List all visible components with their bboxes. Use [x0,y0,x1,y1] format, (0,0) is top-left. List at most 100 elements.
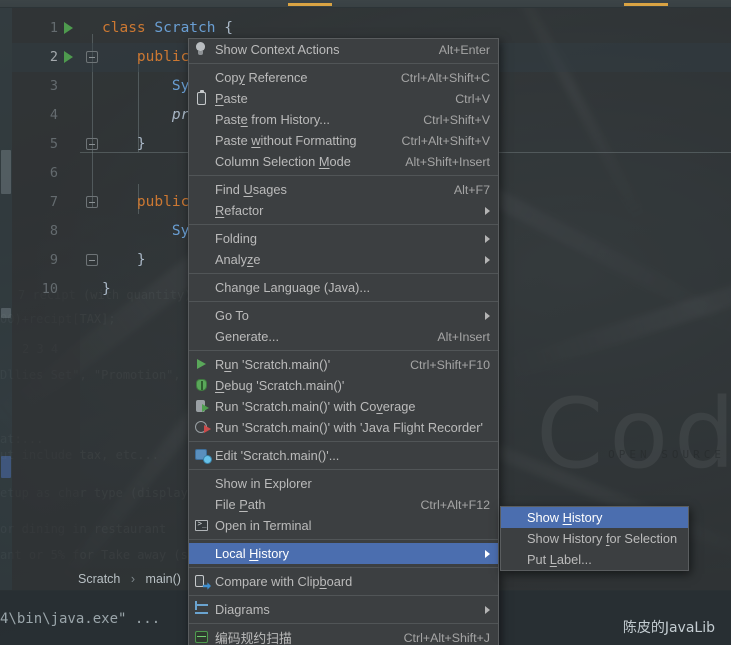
marker-thumb-low [1,456,11,478]
menu-item-icon-slot [501,507,527,528]
editor-context-menu[interactable]: Show Context Actions Alt+Enter Copy Refere… [188,38,499,645]
fold-toggle-icon[interactable] [86,138,98,150]
menu-item-icon-slot [189,494,215,515]
menu-item-label: Refactor [215,203,264,218]
menu-item-label: File Path [215,497,266,512]
menu-item-open-in-terminal[interactable]: Open in Terminal [189,515,498,536]
menu-item-generate[interactable]: Generate... Alt+Insert [189,326,498,347]
menu-item-run-scratch-main[interactable]: Run 'Scratch.main()' Ctrl+Shift+F10 [189,354,498,375]
menu-item-column-selection-mode[interactable]: Column Selection Mode Alt+Shift+Insert [189,151,498,172]
marker-thumb-mid [1,308,11,318]
breadcrumb-class[interactable]: Scratch [78,572,120,586]
code-token: Sys [102,223,199,239]
menu-item-icon-slot [189,473,215,494]
menu-item-label: Paste from History... [215,112,330,127]
fold-toggle-icon[interactable] [86,51,98,63]
menu-separator [189,623,498,624]
menu-item-icon-slot [189,249,215,270]
menu-item-shortcut: Alt+Insert [437,329,490,344]
menu-item-paste-from-history[interactable]: Paste from History... Ctrl+Shift+V [189,109,498,130]
menu-item-edit-scratch-main[interactable]: Edit 'Scratch.main()'... [189,445,498,466]
menu-item-copy-reference[interactable]: Copy Reference Ctrl+Alt+Shift+C [189,67,498,88]
menu-item-icon-slot [189,228,215,249]
menu-item-icon-slot [189,277,215,298]
menu-item-show-in-explorer[interactable]: Show in Explorer [189,473,498,494]
menu-item-find-usages[interactable]: Find Usages Alt+F7 [189,179,498,200]
menu-item-shortcut: Ctrl+Alt+Shift+J [403,630,490,645]
menu-separator [189,350,498,351]
menu-item-label: Run 'Scratch.main()' with 'Java Flight R… [215,420,483,435]
fold-toggle-icon[interactable] [86,196,98,208]
fold-toggle-icon[interactable] [86,254,98,266]
menu-item-icon-slot [501,549,527,570]
menu-item-paste[interactable]: Paste Ctrl+V [189,88,498,109]
menu-item-icon-slot [189,200,215,221]
console-output-line: 4\bin\java.exe" ... [0,611,161,627]
code-text: } [102,275,111,304]
menu-separator [189,567,498,568]
menu-item-label: Analyze [215,252,261,267]
local-history-submenu[interactable]: Show History Show History for Selection Pu… [500,506,689,571]
menu-item-icon-slot [189,305,215,326]
code-text: } [102,246,146,275]
editor-tab-strip[interactable] [0,0,731,7]
menu-item-paste-without-formatting[interactable]: Paste without Formatting Ctrl+Alt+Shift+V [189,130,498,151]
menu-item-label: Put Label... [527,552,592,567]
menu-item-show-context-actions[interactable]: Show Context Actions Alt+Enter [189,39,498,60]
menu-item-folding[interactable]: Folding [189,228,498,249]
line-number: 5 [49,136,58,152]
menu-item-local-history[interactable]: Local History [189,543,498,564]
menu-item-icon-slot [189,326,215,347]
menu-item-change-language[interactable]: Change Language (Java)... [189,277,498,298]
code-token: class [102,20,155,36]
bulb-icon [189,39,215,60]
menu-item-file-path[interactable]: File Path Ctrl+Alt+F12 [189,494,498,515]
breadcrumb-method[interactable]: main() [146,572,181,586]
menu-separator [189,63,498,64]
menu-item-icon-slot [189,151,215,172]
run-gutter-icon[interactable] [64,22,73,34]
menu-item-show-history[interactable]: Show History [501,507,688,528]
menu-item-label: Run 'Scratch.main()' [215,357,331,372]
menu-item-label: Compare with Clipboard [215,574,353,589]
menu-item-refactor[interactable]: Refactor [189,200,498,221]
breadcrumb-separator-icon: › [130,572,136,586]
submenu-chevron-icon [485,255,490,264]
line-number: 8 [49,223,58,239]
menu-item-run-with-coverage[interactable]: Run 'Scratch.main()' with Coverage [189,396,498,417]
menu-item-analyze[interactable]: Analyze [189,249,498,270]
menu-item-label: Show in Explorer [215,476,312,491]
menu-separator [189,441,498,442]
menu-item-label: Find Usages [215,182,287,197]
menu-item-label: Paste without Formatting [215,133,357,148]
menu-separator [189,469,498,470]
menu-item-go-to[interactable]: Go To [189,305,498,326]
menu-item-icon-slot [189,130,215,151]
menu-item-shortcut: Alt+Shift+Insert [405,154,490,169]
menu-item-label: Go To [215,308,249,323]
menu-item-code-spec-scan[interactable]: 编码规约扫描 Ctrl+Alt+Shift+J [189,627,498,645]
menu-item-put-label[interactable]: Put Label... [501,549,688,570]
menu-item-shortcut: Ctrl+Shift+F10 [410,357,490,372]
compare-clipboard-icon [189,571,215,592]
menu-item-show-history-for-selection[interactable]: Show History for Selection [501,528,688,549]
menu-item-label: Show History for Selection [527,531,678,546]
menu-item-label: Edit 'Scratch.main()'... [215,448,340,463]
run-gutter-icon[interactable] [64,51,73,63]
menu-item-run-with-jfr[interactable]: Run 'Scratch.main()' with 'Java Flight R… [189,417,498,438]
edit-config-icon [189,445,215,466]
menu-item-shortcut: Ctrl+V [455,91,490,106]
menu-item-debug-scratch-main[interactable]: Debug 'Scratch.main()' [189,375,498,396]
menu-item-compare-with-clipboard[interactable]: Compare with Clipboard [189,571,498,592]
menu-item-shortcut: Alt+F7 [453,182,490,197]
coverage-icon [189,396,215,417]
menu-separator [189,224,498,225]
left-marker-strip[interactable] [0,8,12,590]
scan-icon [189,627,215,645]
code-token: pri [102,107,199,123]
code-token: } [102,252,146,268]
line-number: 3 [49,78,58,94]
menu-item-shortcut: Ctrl+Alt+Shift+V [401,133,491,148]
menu-item-diagrams[interactable]: Diagrams [189,599,498,620]
line-number: 6 [49,165,58,181]
